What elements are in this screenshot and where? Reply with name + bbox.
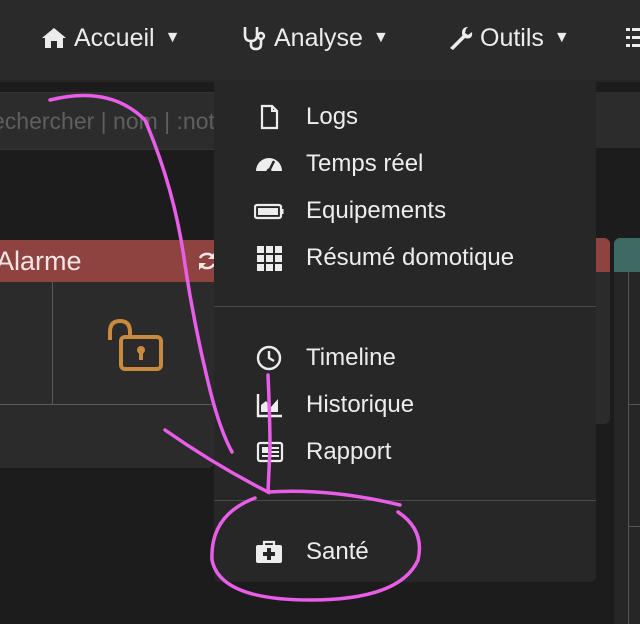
menu-item-temps-reel[interactable]: Temps réel: [214, 141, 596, 187]
side-widget-2-rule: [628, 404, 640, 405]
side-widget-2-rule: [628, 526, 640, 527]
nav-analyse[interactable]: Analyse ▼: [240, 20, 389, 56]
menu-item-label: Rapport: [306, 438, 392, 465]
menu-item-sante[interactable]: Santé: [214, 529, 596, 575]
search-input-right: [596, 92, 640, 148]
menu-item-label: Santé: [306, 538, 369, 565]
file-icon: [260, 104, 279, 130]
menu-item-label: Historique: [306, 391, 415, 418]
nav-outils[interactable]: Outils ▼: [446, 20, 570, 56]
cogs-icon[interactable]: [624, 26, 640, 50]
menu-item-label: Timeline: [306, 344, 396, 371]
alarm-widget-header: Alarme: [0, 240, 214, 282]
medkit-icon: [256, 540, 282, 563]
navbar: Accueil ▼ Analyse ▼ Outils ▼: [0, 0, 640, 82]
side-widget-2-divider: [628, 272, 629, 624]
menu-item-resume-domotique[interactable]: Résumé domotique: [214, 235, 596, 281]
home-icon: [42, 28, 66, 48]
clock-icon: [256, 345, 282, 371]
menu-item-rapport[interactable]: Rapport: [214, 429, 596, 475]
menu-divider: [214, 500, 596, 501]
battery-icon: [254, 203, 284, 220]
menu-item-label: Logs: [306, 103, 359, 130]
chevron-down-icon: ▼: [553, 29, 570, 46]
wrench-icon: [450, 27, 473, 50]
analyse-dropdown-menu: Logs Temps réel Equipements Résumé domot…: [214, 80, 596, 582]
menu-item-label: Temps réel: [306, 150, 424, 177]
side-widget-2-header: [614, 238, 640, 272]
menu-item-historique[interactable]: Historique: [214, 382, 596, 428]
chevron-down-icon: ▼: [164, 29, 181, 46]
newspaper-icon: [256, 441, 284, 463]
menu-item-label: Equipements: [306, 197, 447, 224]
search-input[interactable]: echercher | nom | :not: [0, 92, 215, 150]
menu-item-label: Résumé domotique: [306, 244, 515, 271]
nav-accueil-label: Accueil: [74, 23, 155, 52]
grid-icon: [257, 246, 282, 271]
nav-accueil[interactable]: Accueil ▼: [40, 20, 180, 56]
alarm-widget-title: Alarme: [0, 245, 82, 276]
chart-area-icon: [256, 394, 282, 418]
unlock-icon[interactable]: [104, 318, 164, 372]
dashboard-gauge-icon: [256, 158, 282, 174]
menu-item-equipements[interactable]: Equipements: [214, 188, 596, 234]
side-widget-2: [614, 272, 640, 624]
stethoscope-icon: [243, 27, 266, 51]
menu-item-logs[interactable]: Logs: [214, 94, 596, 140]
search-placeholder: echercher | nom | :not: [0, 107, 215, 134]
menu-divider: [214, 306, 596, 307]
cell-divider: [52, 282, 53, 404]
nav-analyse-label: Analyse: [274, 23, 363, 52]
nav-outils-label: Outils: [480, 23, 544, 52]
menu-item-timeline[interactable]: Timeline: [214, 335, 596, 381]
refresh-icon[interactable]: [196, 250, 214, 272]
chevron-down-icon: ▼: [372, 29, 389, 46]
